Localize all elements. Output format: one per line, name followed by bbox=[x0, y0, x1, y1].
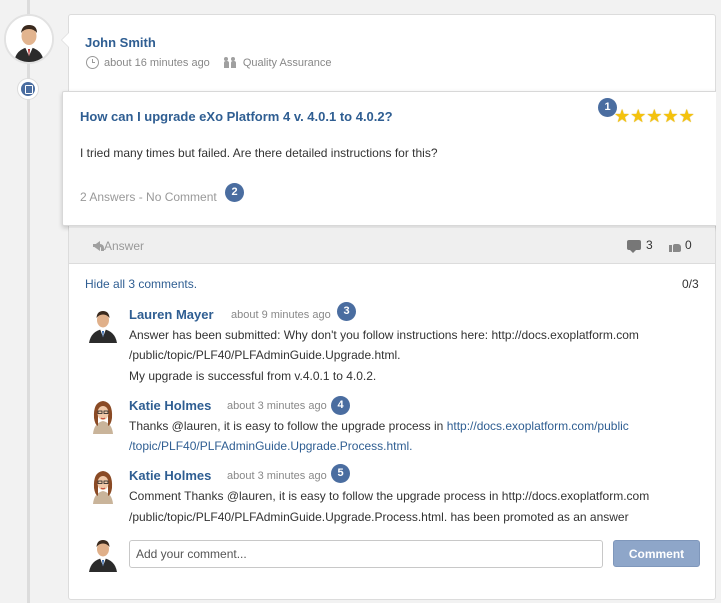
comment-text-prefix: Thanks @lauren, it is easy to follow the… bbox=[129, 419, 447, 433]
comment-author[interactable]: Katie Holmes bbox=[129, 398, 211, 413]
hide-comments-link[interactable]: Hide all 3 comments. bbox=[85, 277, 197, 291]
comment-submit-button[interactable]: Comment bbox=[613, 540, 700, 567]
star-icon[interactable]: ★ bbox=[662, 107, 678, 125]
avatar[interactable] bbox=[85, 396, 121, 434]
marker-badge: 5 bbox=[331, 464, 350, 483]
comment-time: about 9 minutes ago bbox=[231, 309, 331, 321]
like-button[interactable]: 0 bbox=[669, 238, 692, 252]
comment-line: Comment Thanks @lauren, it is easy to fo… bbox=[129, 489, 650, 503]
comment-line: /public/topic/PLF40/PLFAdminGuide.Upgrad… bbox=[129, 510, 629, 524]
comment-icon bbox=[627, 240, 641, 253]
avatar[interactable] bbox=[85, 466, 121, 504]
post-space[interactable]: Quality Assurance bbox=[243, 57, 332, 69]
comment-time: about 3 minutes ago bbox=[227, 470, 327, 482]
question-body: I tried many times but failed. Are there… bbox=[80, 146, 438, 160]
comment-author[interactable]: Katie Holmes bbox=[129, 468, 211, 483]
comment-count: 3 bbox=[646, 238, 653, 252]
comment-author[interactable]: Lauren Mayer bbox=[129, 307, 214, 322]
space-icon bbox=[223, 56, 238, 68]
add-comment-input[interactable] bbox=[129, 540, 603, 568]
comment-line: /public/topic/PLF40/PLFAdminGuide.Upgrad… bbox=[129, 348, 401, 362]
rating-stars[interactable]: ★ ★ ★ ★ ★ bbox=[614, 107, 695, 125]
comment-count-button[interactable]: 3 bbox=[627, 238, 653, 253]
post-time: about 16 minutes ago bbox=[104, 56, 210, 69]
answer-button[interactable]: Answer bbox=[93, 239, 144, 253]
current-user-avatar[interactable] bbox=[85, 534, 121, 572]
marker-badge: 3 bbox=[337, 302, 356, 321]
star-icon[interactable]: ★ bbox=[614, 107, 630, 125]
marker-badge: 4 bbox=[331, 396, 350, 415]
comments-ratio: 0/3 bbox=[682, 277, 699, 291]
answer-label: Answer bbox=[104, 239, 145, 253]
action-bar bbox=[69, 227, 715, 264]
docs-link[interactable]: http://docs.exoplatform.com/public bbox=[447, 419, 629, 433]
question-title[interactable]: How can I upgrade eXo Platform 4 v. 4.0.… bbox=[80, 109, 393, 124]
author-avatar[interactable] bbox=[4, 14, 54, 64]
post-author-name[interactable]: John Smith bbox=[85, 35, 156, 50]
star-icon[interactable]: ★ bbox=[630, 107, 646, 125]
comment-line: Thanks @lauren, it is easy to follow the… bbox=[129, 416, 629, 436]
clock-icon bbox=[86, 56, 99, 69]
star-icon[interactable]: ★ bbox=[646, 107, 662, 125]
avatar[interactable] bbox=[85, 305, 121, 343]
question-type-icon bbox=[17, 78, 39, 100]
comment-time: about 3 minutes ago bbox=[227, 400, 327, 412]
docs-link[interactable]: /topic/PLF40/PLFAdminGuide.Upgrade.Proce… bbox=[129, 439, 412, 453]
star-icon[interactable]: ★ bbox=[679, 107, 695, 125]
reply-icon bbox=[93, 241, 104, 251]
comment-line: /topic/PLF40/PLFAdminGuide.Upgrade.Proce… bbox=[129, 436, 412, 456]
comment-line: Answer has been submitted: Why don't you… bbox=[129, 328, 639, 342]
page-edge bbox=[716, 0, 721, 603]
question-stats[interactable]: 2 Answers - No Comment bbox=[80, 190, 217, 204]
post-meta: about 16 minutes ago Quality Assurance bbox=[86, 56, 331, 69]
like-count: 0 bbox=[685, 238, 692, 252]
card-pointer bbox=[61, 32, 69, 48]
marker-badge: 2 bbox=[225, 183, 244, 202]
thumbs-up-icon bbox=[669, 239, 682, 252]
comment-line: My upgrade is successful from v.4.0.1 to… bbox=[129, 369, 377, 383]
